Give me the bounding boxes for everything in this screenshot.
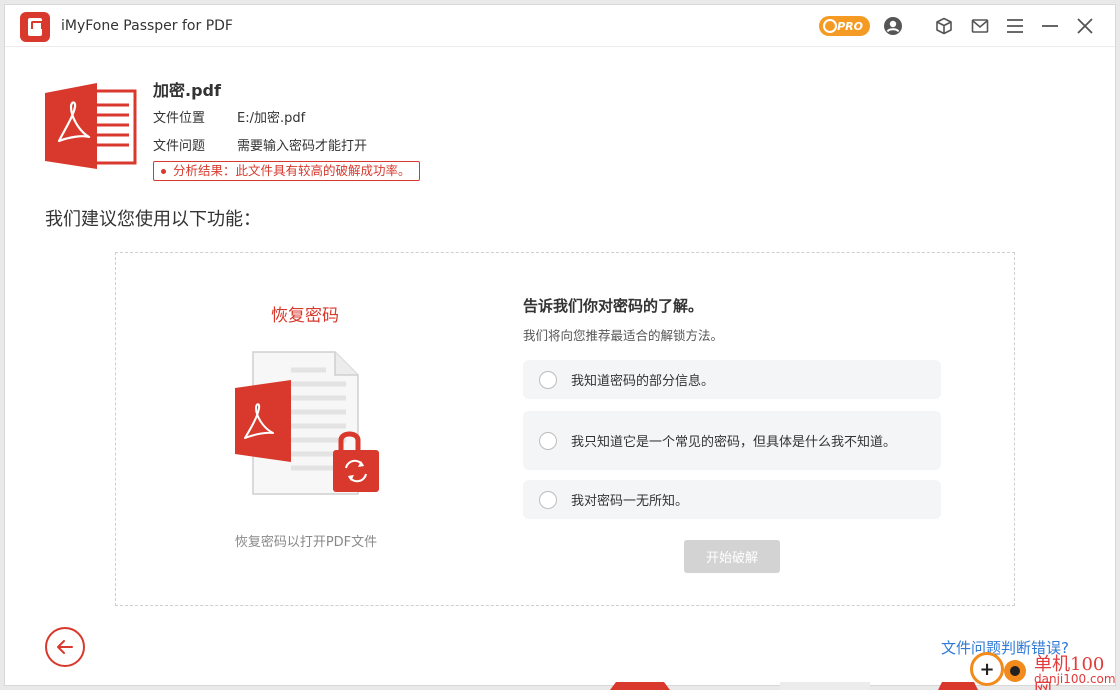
- minimize-icon[interactable]: [1039, 15, 1061, 37]
- menu-icon[interactable]: [1004, 15, 1026, 37]
- file-location-label: 文件位置: [153, 111, 206, 126]
- pro-label: PRO: [837, 19, 863, 33]
- file-location-row: 文件位置 E:/加密.pdf: [153, 107, 305, 126]
- option-no-info[interactable]: 我对密码一无所知。: [523, 480, 941, 519]
- app-window: iMyFone Passper for PDF PRO 加密.pdf 文件位置 …: [4, 4, 1116, 686]
- recover-password-caption: 恢复密码以打开PDF文件: [234, 535, 378, 550]
- radio-button[interactable]: [539, 370, 557, 389]
- watermark-plus-icon: +: [970, 652, 1004, 686]
- option-label: 我知道密码的部分信息。: [571, 374, 715, 389]
- app-logo-icon: [20, 12, 50, 42]
- watermark-dot-icon: [1004, 660, 1026, 682]
- close-icon[interactable]: [1074, 15, 1096, 37]
- file-name: 加密.pdf: [153, 81, 221, 100]
- start-crack-button[interactable]: 开始破解: [684, 540, 780, 573]
- pro-lock-icon: [823, 19, 837, 33]
- file-issue-row: 文件问题 需要输入密码才能打开: [153, 135, 367, 154]
- user-icon[interactable]: [882, 15, 904, 37]
- cube-icon[interactable]: [933, 15, 955, 37]
- back-button[interactable]: [45, 627, 85, 667]
- arrow-left-icon: [57, 640, 73, 654]
- pdf-file-icon: [45, 83, 137, 169]
- question-subtitle: 我们将向您推荐最适合的解锁方法。: [523, 328, 724, 343]
- pro-badge[interactable]: PRO: [819, 16, 870, 36]
- bottom-decoration: [780, 682, 870, 690]
- file-issue-label: 文件问题: [153, 139, 206, 154]
- option-label: 我只知道它是一个常见的密码，但具体是什么我不知道。: [571, 435, 897, 450]
- app-title: iMyFone Passper for PDF: [61, 18, 233, 34]
- question-title: 告诉我们你对密码的了解。: [523, 297, 704, 315]
- recover-password-illustration: [231, 348, 381, 498]
- option-common-password[interactable]: 我只知道它是一个常见的密码，但具体是什么我不知道。: [523, 411, 941, 470]
- bottom-decoration: [610, 682, 670, 690]
- recommendation-card: 恢复密码 恢复密码以打开PDF文件 告诉我们你对密码的了解。 我们将向您推荐最适…: [115, 252, 1015, 606]
- radio-button[interactable]: [539, 490, 557, 509]
- option-partial-info[interactable]: 我知道密码的部分信息。: [523, 360, 941, 399]
- file-issue-value: 需要输入密码才能打开: [237, 139, 368, 154]
- recover-password-title: 恢复密码: [271, 306, 339, 326]
- title-bar: iMyFone Passper for PDF PRO: [5, 5, 1115, 47]
- radio-button[interactable]: [539, 431, 557, 450]
- file-location-value: E:/加密.pdf: [237, 111, 306, 126]
- watermark: + 单机100网 danji100.com: [968, 648, 1120, 690]
- analysis-result: 分析结果：此文件具有较高的破解成功率。: [153, 161, 420, 181]
- suggestion-heading: 我们建议您使用以下功能：: [45, 209, 261, 230]
- option-label: 我对密码一无所知。: [571, 494, 689, 509]
- watermark-url: danji100.com: [1034, 672, 1116, 686]
- mail-icon[interactable]: [969, 15, 991, 37]
